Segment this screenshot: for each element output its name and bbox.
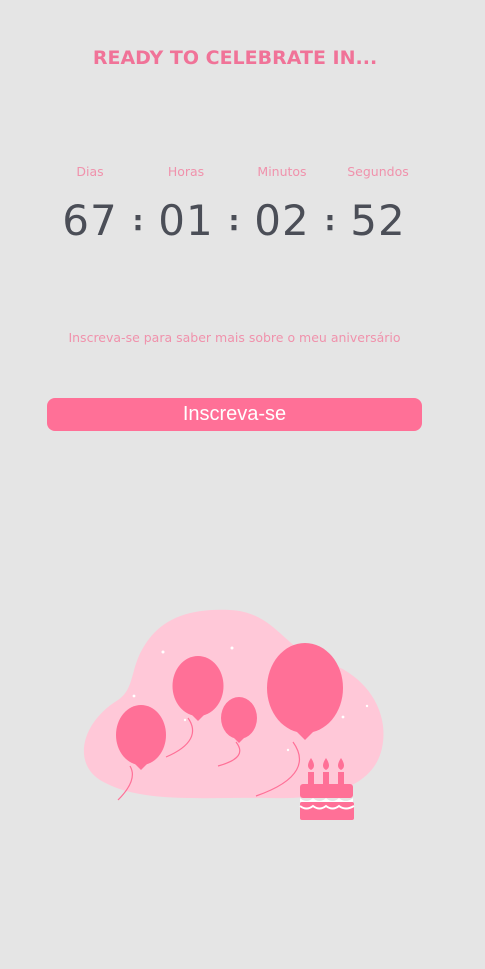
days-value: 67 [62, 196, 118, 245]
seconds-value: 52 [350, 196, 406, 245]
page-title: READY TO CELEBRATE IN... [92, 47, 378, 69]
minutes-value: 02 [254, 196, 310, 245]
hours-label: Horas [167, 164, 205, 179]
days-label: Dias [76, 164, 104, 179]
signup-prompt: Inscreva-se para saber mais sobre o meu … [68, 330, 401, 345]
seconds-label: Segundos [347, 164, 409, 179]
balloons-birthday-cake-icon [83, 609, 384, 820]
hours-value: 01 [158, 196, 214, 245]
signup-button[interactable]: Inscreva-se [47, 398, 422, 431]
minutes-label: Minutos [257, 164, 307, 179]
